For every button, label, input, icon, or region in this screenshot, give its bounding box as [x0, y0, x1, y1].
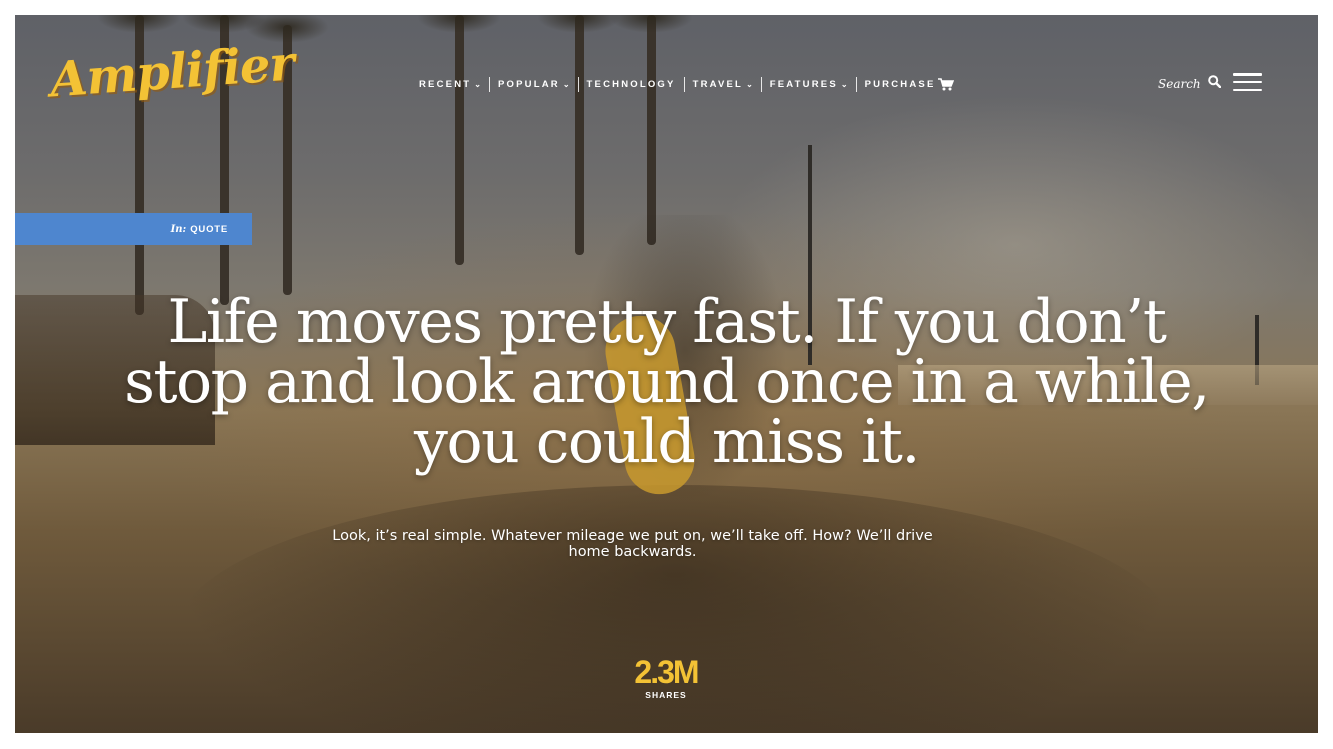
chevron-down-icon: ⌄: [474, 79, 481, 89]
share-counter[interactable]: 2.3M SHARES: [606, 656, 726, 700]
nav-item-popular[interactable]: POPULAR ⌄: [490, 79, 578, 90]
category-label: QUOTE: [190, 223, 228, 235]
search-label: Search: [1158, 77, 1201, 91]
menu-bar: [1233, 73, 1262, 76]
shares-count: 2.3M: [634, 654, 699, 690]
nav-item-label: TECHNOLOGY: [586, 78, 676, 90]
cart-icon: [938, 77, 955, 91]
nav-item-purchase[interactable]: PURCHASE: [857, 77, 963, 91]
chevron-down-icon: ⌄: [746, 79, 753, 89]
menu-bar: [1233, 88, 1262, 91]
nav-item-travel[interactable]: TRAVEL ⌄: [685, 79, 761, 90]
shares-label: SHARES: [645, 690, 687, 700]
menu-bar: [1233, 80, 1262, 84]
nav-item-label: RECENT: [419, 78, 472, 90]
palm-tree: [609, 15, 693, 245]
post-subtitle: Look, it’s real simple. Whatever mileage…: [332, 528, 933, 560]
palm-tree: [417, 15, 501, 265]
nav-item-technology[interactable]: TECHNOLOGY: [579, 79, 684, 90]
hamburger-menu-icon[interactable]: [1233, 73, 1262, 91]
nav-item-label: TRAVEL: [692, 78, 744, 90]
chevron-down-icon: ⌄: [562, 79, 570, 89]
category-prefix: In:: [170, 223, 187, 235]
nav-item-features[interactable]: FEATURES ⌄: [762, 79, 856, 90]
category-tag[interactable]: In: QUOTE: [15, 213, 252, 245]
nav-item-label: PURCHASE: [864, 78, 936, 90]
nav-item-recent[interactable]: RECENT ⌄: [411, 79, 489, 90]
nav-item-label: POPULAR: [497, 78, 560, 90]
post-quote[interactable]: Life moves pretty fast. If you don’t sto…: [120, 292, 1213, 472]
search-button[interactable]: Search: [1158, 75, 1221, 93]
main-nav: RECENT ⌄ POPULAR ⌄ TECHNOLOGY TRAVEL ⌄ F…: [411, 76, 962, 92]
search-icon: [1207, 75, 1221, 93]
chevron-down-icon: ⌄: [840, 79, 848, 89]
nav-item-label: FEATURES: [769, 78, 838, 90]
